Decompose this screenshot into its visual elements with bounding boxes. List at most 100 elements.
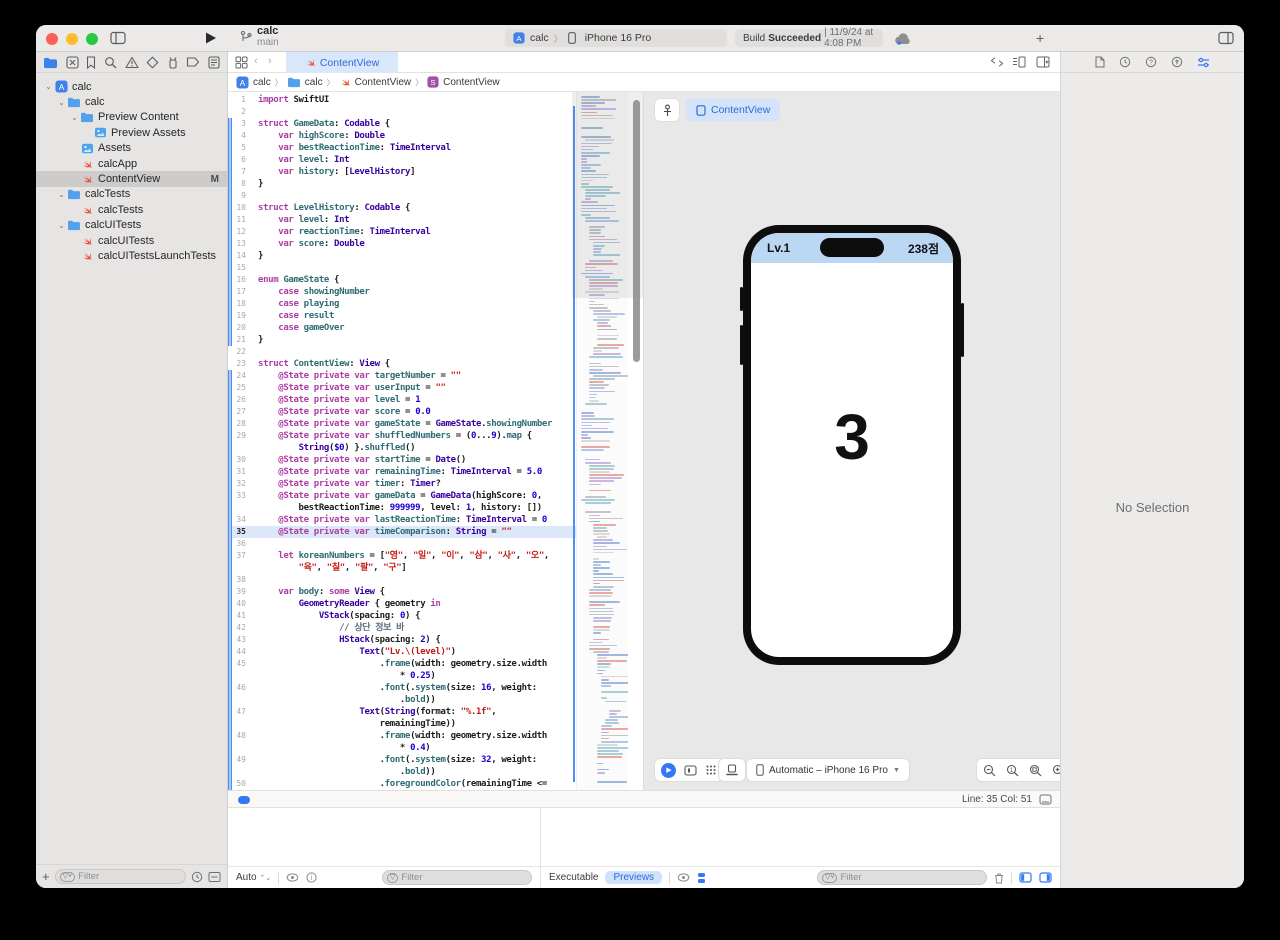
code-row[interactable]: "육", "칠", "팔", "구"] bbox=[228, 562, 576, 574]
disclosure-chevron-icon[interactable]: ⌄ bbox=[57, 190, 66, 199]
variables-filter-field[interactable]: ▽ bbox=[382, 870, 532, 885]
code-row[interactable]: 16 enum GameState { bbox=[228, 274, 576, 286]
code-row[interactable]: 23 struct ContentView: View { bbox=[228, 358, 576, 370]
code-row[interactable]: 12 var reactionTime: TimeInterval bbox=[228, 226, 576, 238]
run-button[interactable] bbox=[204, 31, 217, 50]
code-row[interactable]: 36 bbox=[228, 538, 576, 550]
code-row[interactable]: 31 @State private var remainingTime: Tim… bbox=[228, 466, 576, 478]
code-row[interactable]: 45 .frame(width: geometry.size.width bbox=[228, 658, 576, 670]
code-row[interactable]: 42 // 상단 정보 바 bbox=[228, 622, 576, 634]
add-file-button[interactable]: + bbox=[42, 870, 50, 883]
variables-filter-input[interactable] bbox=[401, 872, 527, 883]
trash-icon[interactable] bbox=[994, 872, 1004, 884]
code-row[interactable]: 33 @State private var gameData = GameDat… bbox=[228, 490, 576, 502]
tree-item-calcuitests[interactable]: calcUITests bbox=[36, 233, 227, 248]
disclosure-chevron-icon[interactable]: ⌄ bbox=[57, 221, 66, 230]
code-row[interactable]: * 0.25) bbox=[228, 670, 576, 682]
device-settings-button[interactable] bbox=[725, 764, 739, 776]
tests-icon[interactable] bbox=[146, 55, 159, 69]
code-row[interactable]: 32 @State private var timer: Timer? bbox=[228, 478, 576, 490]
tree-item-calcuitestslaunchtests[interactable]: calcUITestsLaunchTests bbox=[36, 248, 227, 263]
source-control-icon[interactable] bbox=[66, 55, 79, 69]
tree-item-calctests[interactable]: calcTests bbox=[36, 202, 227, 217]
quick-help-inspector-icon[interactable]: ? bbox=[1145, 56, 1157, 68]
code-row[interactable]: 24 @State private var targetNumber = "" bbox=[228, 370, 576, 382]
code-row[interactable]: 13 var score: Double bbox=[228, 238, 576, 250]
add-editor-icon[interactable] bbox=[1036, 56, 1050, 68]
code-row[interactable]: 7 var history: [LevelHistory] bbox=[228, 166, 576, 178]
code-row[interactable]: 38 bbox=[228, 574, 576, 586]
editor-options-icon[interactable] bbox=[1012, 56, 1026, 68]
zoom-actual-size-icon[interactable]: 1 bbox=[1006, 764, 1019, 777]
code-row[interactable]: 25 @State private var userInput = "" bbox=[228, 382, 576, 394]
code-row[interactable]: 6 var level: Int bbox=[228, 154, 576, 166]
code-row[interactable]: 37 let koreanNumbers = ["영", "일", "이", "… bbox=[228, 550, 576, 562]
reports-icon[interactable] bbox=[208, 55, 220, 69]
code-row[interactable]: 28 @State private var gameState = GameSt… bbox=[228, 418, 576, 430]
disclosure-chevron-icon[interactable]: ⌄ bbox=[44, 82, 53, 91]
file-inspector-icon[interactable] bbox=[1095, 56, 1105, 68]
recent-files-icon[interactable] bbox=[191, 871, 203, 883]
debug-navigator-icon[interactable] bbox=[167, 56, 179, 69]
source-editor[interactable]: 1 import SwiftUI 2 3 struct GameData: Codabl… bbox=[228, 92, 643, 790]
code-row[interactable]: 11 var level: Int bbox=[228, 214, 576, 226]
console-filter-field[interactable]: ▽˅ bbox=[817, 870, 987, 885]
code-row[interactable]: 15 bbox=[228, 262, 576, 274]
tab-contentview[interactable]: ContentView bbox=[286, 52, 398, 73]
code-row[interactable]: 9 bbox=[228, 190, 576, 202]
add-button[interactable]: + bbox=[1036, 30, 1044, 46]
navigator-filter-field[interactable]: ▽˅ bbox=[54, 869, 186, 884]
tree-item-calctests[interactable]: ⌄ calcTests bbox=[36, 187, 227, 202]
code-row[interactable]: 14} bbox=[228, 250, 576, 262]
tree-item-preview-content[interactable]: ⌄ Preview Content bbox=[36, 110, 227, 125]
variables-scope-menu[interactable]: Auto ⌃⌄ bbox=[236, 872, 271, 883]
jump-bar[interactable]: Acalc 〉 calc 〉 ContentView 〉 S ContentView bbox=[228, 73, 1060, 92]
code-row[interactable]: 1 import SwiftUI bbox=[228, 94, 576, 106]
breadcrumb-item[interactable]: calc bbox=[287, 76, 323, 88]
code-row[interactable]: 8} bbox=[228, 178, 576, 190]
code-row[interactable]: 35 @State private var timeComparison: St… bbox=[228, 526, 576, 538]
history-inspector-icon[interactable] bbox=[1119, 56, 1131, 68]
code-row[interactable]: 43 HStack(spacing: 2) { bbox=[228, 634, 576, 646]
code-row[interactable]: 22 bbox=[228, 346, 576, 358]
code-row[interactable]: 26 @State private var level = 1 bbox=[228, 394, 576, 406]
code-row[interactable]: 50 .foregroundColor(remainingTime <= bbox=[228, 778, 576, 790]
code-row[interactable]: 29 @State private var shuffledNumbers = … bbox=[228, 430, 576, 442]
tree-item-preview-assets[interactable]: Preview Assets bbox=[36, 125, 227, 140]
find-icon[interactable] bbox=[104, 56, 117, 69]
minimize-button[interactable] bbox=[66, 33, 78, 45]
iphone-preview[interactable]: Lv.1 238점 3 bbox=[740, 225, 964, 665]
code-row[interactable]: 4 var highScore: Double bbox=[228, 130, 576, 142]
tree-item-calcuitests[interactable]: ⌄ calcUITests bbox=[36, 218, 227, 233]
eye-icon[interactable] bbox=[286, 873, 299, 882]
related-items-icon[interactable] bbox=[235, 56, 248, 69]
navigator-filter-input[interactable] bbox=[78, 871, 181, 882]
code-row[interactable]: 49 .font(.system(size: 32, weight: bbox=[228, 754, 576, 766]
code-row[interactable]: .bold)) bbox=[228, 694, 576, 706]
tree-item-calc[interactable]: ⌄ Acalc bbox=[36, 79, 227, 94]
code-row[interactable]: 34 @State private var lastReactionTime: … bbox=[228, 514, 576, 526]
source-control-filter-icon[interactable] bbox=[208, 871, 221, 883]
toggle-variables-view-icon[interactable] bbox=[1019, 872, 1032, 883]
issues-icon[interactable] bbox=[124, 56, 139, 69]
attributes-inspector-icon[interactable] bbox=[1197, 57, 1210, 68]
console-stack-icon[interactable] bbox=[697, 872, 706, 884]
code-row[interactable]: 18 case playing bbox=[228, 298, 576, 310]
code-review-icon[interactable] bbox=[990, 56, 1004, 68]
variants-button[interactable] bbox=[705, 764, 717, 776]
zoom-fit-icon[interactable] bbox=[1029, 764, 1042, 777]
disclosure-chevron-icon[interactable]: ⌄ bbox=[70, 113, 79, 122]
code-row[interactable]: 5 var bestReactionTime: TimeInterval bbox=[228, 142, 576, 154]
code-row[interactable]: 41 VStack(spacing: 0) { bbox=[228, 610, 576, 622]
tree-item-calcapp[interactable]: calcApp bbox=[36, 156, 227, 171]
accessibility-inspector-icon[interactable] bbox=[1171, 56, 1183, 68]
live-preview-button[interactable]: ▶ bbox=[661, 762, 676, 778]
tree-item-contentview[interactable]: ContentView M bbox=[36, 171, 227, 187]
forward-icon[interactable]: › bbox=[268, 55, 272, 67]
code-row[interactable]: .bold)) bbox=[228, 766, 576, 778]
eye-icon[interactable] bbox=[677, 873, 690, 882]
scheme-selector[interactable]: A calc 〉 iPhone 16 Pro bbox=[505, 29, 727, 47]
code-row[interactable]: 46 .font(.system(size: 16, weight: bbox=[228, 682, 576, 694]
preview-target-chip[interactable]: ContentView bbox=[686, 99, 781, 121]
bookmarks-icon[interactable] bbox=[86, 55, 96, 69]
